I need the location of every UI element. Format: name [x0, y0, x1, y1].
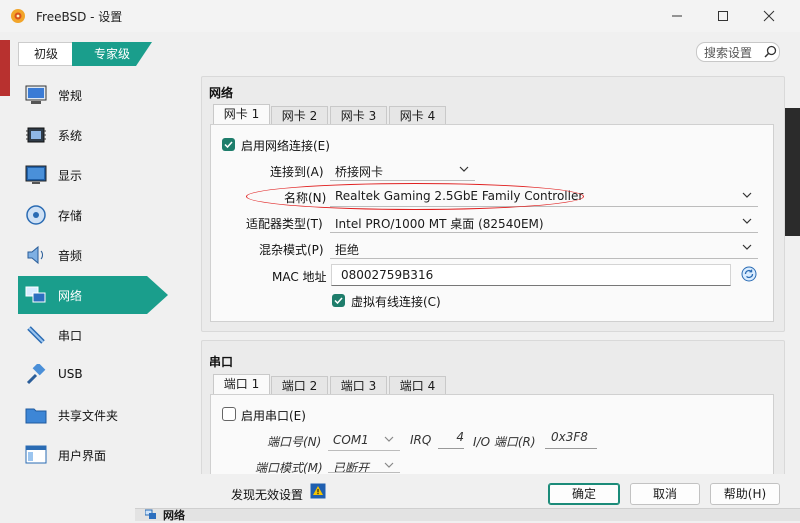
adapter-type-value: Intel PRO/1000 MT 桌面 (82540EM) [335, 217, 544, 231]
virtualbox-app-icon [11, 9, 25, 23]
sidebar-item-serial[interactable]: 串口 [18, 316, 158, 354]
maximize-icon [718, 11, 728, 21]
checkmark-icon [334, 297, 343, 305]
tab-adapter-1[interactable]: 网卡 1 [213, 104, 270, 125]
sidebar-label: USB [58, 367, 83, 381]
irq-label: IRQ [410, 433, 432, 447]
background-window [135, 508, 800, 521]
mac-address-label: MAC 地址 [272, 270, 327, 284]
tab-port-2[interactable]: 端口 2 [271, 376, 328, 395]
io-port-label: I/O 端口(R) [473, 435, 536, 449]
usb-icon [26, 364, 46, 385]
monitor-icon [25, 85, 47, 104]
tab-adapter-2[interactable]: 网卡 2 [271, 106, 328, 125]
close-button[interactable] [746, 0, 792, 32]
folder-icon [25, 408, 47, 424]
chevron-down-icon [384, 436, 394, 442]
port-mode-combo[interactable]: 已断开 [328, 456, 400, 473]
sidebar-item-display[interactable]: 显示 [18, 156, 158, 194]
chevron-down-icon [742, 244, 752, 250]
attached-to-combo[interactable]: 桥接网卡 [330, 160, 475, 181]
attached-to-value: 桥接网卡 [335, 165, 384, 179]
serial-group-title: 串口 [209, 355, 234, 369]
sidebar-label: 网络 [58, 289, 83, 303]
background-window-edge-right [783, 108, 800, 236]
speaker-icon [27, 245, 43, 265]
port-mode-value: 已断开 [333, 461, 370, 473]
port-number-combo[interactable]: COM1 [328, 430, 400, 451]
sidebar-label: 共享文件夹 [58, 409, 119, 423]
sidebar-item-usb[interactable]: USB [18, 356, 158, 394]
tab-port-1[interactable]: 端口 1 [213, 374, 270, 395]
promiscuous-mode-combo[interactable]: 拒绝 [330, 238, 758, 259]
enable-network-checkbox[interactable] [222, 138, 235, 151]
sidebar-item-shared-folders[interactable]: 共享文件夹 [18, 396, 158, 434]
mode-tab-basic[interactable]: 初级 [18, 42, 73, 66]
network-group-title: 网络 [209, 86, 234, 100]
irq-field[interactable]: 4 [438, 430, 464, 449]
background-window-edge [0, 40, 10, 96]
network-icon [145, 509, 156, 519]
mac-address-field[interactable]: 08002759B316 [331, 264, 731, 286]
tab-port-3[interactable]: 端口 3 [330, 376, 387, 395]
sidebar-label: 系统 [58, 129, 83, 143]
sidebar-item-audio[interactable]: 音频 [18, 236, 158, 274]
display-icon [25, 165, 47, 184]
background-network-label: 网络 [163, 509, 185, 522]
chevron-down-icon [742, 192, 752, 198]
enable-serial-label: 启用串口(E) [241, 409, 306, 423]
sidebar-label: 显示 [58, 169, 83, 183]
minimize-button[interactable] [654, 0, 700, 32]
mac-address-value: 08002759B316 [341, 268, 434, 282]
sidebar-item-network[interactable]: 网络 [18, 276, 168, 314]
ok-button[interactable]: 确定 [548, 483, 620, 505]
window-title: FreeBSD - 设置 [36, 10, 123, 24]
serial-port-icon [27, 326, 45, 344]
adapter-type-label: 适配器类型(T) [246, 217, 323, 231]
cable-connected-checkbox[interactable] [332, 294, 345, 307]
sidebar-label: 存储 [58, 209, 83, 223]
tab-adapter-3[interactable]: 网卡 3 [330, 106, 387, 125]
sidebar-label: 音频 [58, 249, 83, 263]
promiscuous-mode-label: 混杂模式(P) [259, 243, 324, 257]
enable-serial-checkbox[interactable] [222, 407, 236, 421]
io-port-field[interactable]: 0x3F8 [545, 430, 597, 449]
red-annotation-ellipse [246, 183, 584, 210]
tab-port-4[interactable]: 端口 4 [389, 376, 446, 395]
help-button[interactable]: 帮助(H) [710, 483, 780, 505]
sidebar-label: 串口 [58, 329, 83, 343]
search-placeholder: 搜索设置 [704, 46, 753, 60]
warning-icon[interactable] [310, 483, 326, 499]
refresh-mac-icon[interactable] [741, 266, 757, 282]
enable-network-label: 启用网络连接(E) [241, 139, 330, 153]
port-number-label: 端口号(N) [267, 435, 322, 449]
adapter-type-combo[interactable]: Intel PRO/1000 MT 桌面 (82540EM) [330, 212, 758, 233]
chip-icon [26, 127, 46, 143]
checkmark-icon [224, 141, 233, 149]
window-ui-icon [25, 445, 47, 464]
promiscuous-mode-value: 拒绝 [335, 243, 360, 257]
sidebar-item-system[interactable]: 系统 [18, 116, 158, 154]
sidebar-item-general[interactable]: 常规 [18, 76, 158, 114]
maximize-button[interactable] [700, 0, 746, 32]
network-icon [25, 286, 46, 303]
close-icon [763, 10, 775, 22]
invalid-settings-label: 发现无效设置 [231, 488, 304, 502]
sidebar-item-user-interface[interactable]: 用户界面 [18, 436, 158, 474]
search-icon[interactable] [764, 45, 777, 58]
disk-icon [26, 205, 46, 225]
minimize-icon [672, 15, 682, 17]
port-number-value: COM1 [333, 433, 369, 447]
chevron-down-icon [459, 166, 469, 172]
chevron-down-icon [742, 218, 752, 224]
cancel-button[interactable]: 取消 [630, 483, 700, 505]
sidebar-label: 用户界面 [58, 449, 107, 463]
sidebar-label: 常规 [58, 89, 83, 103]
tab-adapter-4[interactable]: 网卡 4 [389, 106, 446, 125]
attached-to-label: 连接到(A) [270, 165, 324, 179]
sidebar-item-storage[interactable]: 存储 [18, 196, 158, 234]
cable-connected-label: 虚拟有线连接(C) [351, 295, 441, 309]
chevron-down-icon [384, 462, 394, 468]
